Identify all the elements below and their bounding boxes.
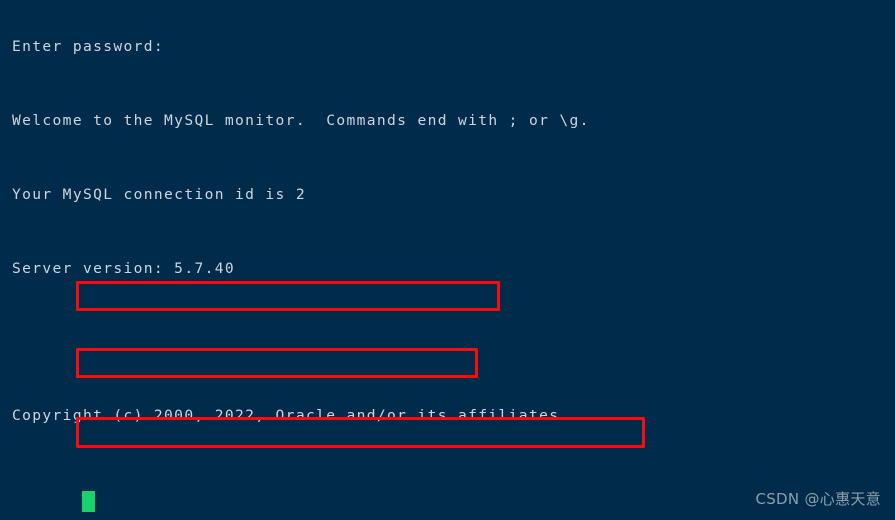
terminal-line: Welcome to the MySQL monitor. Commands e…	[12, 111, 590, 129]
terminal-line: Your MySQL connection id is 2	[12, 185, 306, 203]
terminal-line: Copyright (c) 2000, 2022, Oracle and/or …	[12, 407, 570, 425]
terminal-window[interactable]: Enter password: Welcome to the MySQL mon…	[0, 0, 895, 520]
watermark-label: CSDN @心惠天意	[755, 490, 881, 509]
terminal-cursor	[82, 491, 95, 512]
terminal-line: Server version: 5.7.40	[12, 259, 235, 277]
terminal-line: Enter password:	[12, 38, 165, 56]
terminal-output: Enter password: Welcome to the MySQL mon…	[12, 0, 895, 520]
